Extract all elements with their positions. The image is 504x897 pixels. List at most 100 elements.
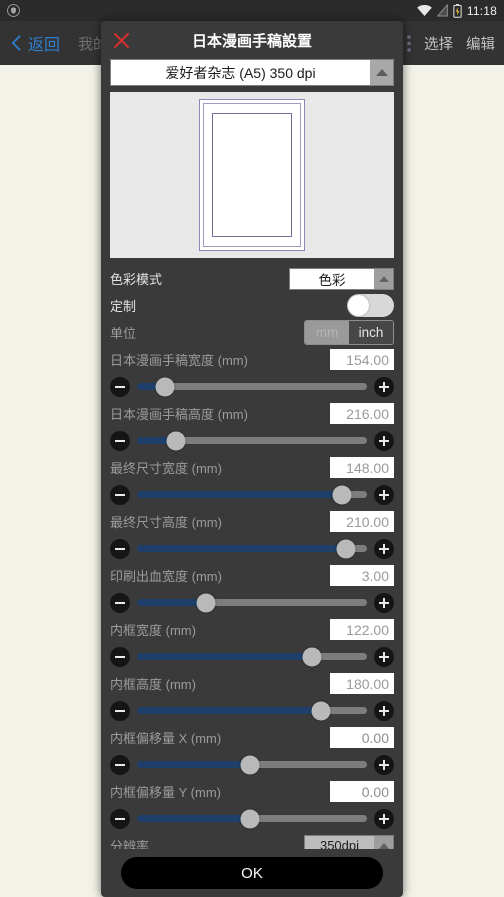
slider-thumb[interactable] [166,431,186,450]
edit-button[interactable]: 编辑 [466,33,495,54]
screen-root: 没有艺术作品。 点击下方 + 按钮新建作品或导入图片 11:18 [0,0,504,897]
status-bar-clock: 11:18 [466,3,497,18]
slider-value-field[interactable]: 210.00 [330,511,394,532]
color-mode-chevron-up-icon[interactable] [374,268,393,289]
preview-bleed-frame [199,99,305,251]
slider-thumb[interactable] [302,647,322,666]
slider-thumb[interactable] [240,755,260,774]
slider-thumb[interactable] [155,377,175,396]
slider-value-field[interactable]: 180.00 [330,673,394,694]
slider-thumb[interactable] [332,485,352,504]
minus-button[interactable] [110,538,130,559]
slider-label-row: 内框偏移量 X (mm) 0.00 [110,724,394,751]
more-vertical-icon[interactable] [407,34,411,52]
custom-toggle[interactable] [347,294,394,317]
minus-button[interactable] [110,592,130,613]
unit-option-inch[interactable]: inch [349,321,393,344]
unit-option-mm[interactable]: mm [305,321,349,344]
minus-button[interactable] [110,808,130,829]
minus-button[interactable] [110,484,130,505]
plus-button[interactable] [374,592,394,613]
select-button[interactable]: 选择 [424,33,453,54]
slider-track[interactable] [137,647,367,666]
slider-label: 最终尺寸高度 (mm) [110,515,222,530]
shield-icon [7,4,20,17]
slider-control-row [110,373,394,400]
minus-button[interactable] [110,376,130,397]
plus-button[interactable] [374,700,394,721]
plus-icon [378,489,390,501]
resolution-chevron-up-icon[interactable] [374,835,393,849]
dialog-header: 日本漫画手稿設置 [101,21,403,59]
slider-label: 内框偏移量 Y (mm) [110,785,221,800]
slider-track[interactable] [137,593,367,612]
slider-label-row: 最终尺寸宽度 (mm) 148.00 [110,454,394,481]
slider-thumb[interactable] [336,539,356,558]
unit-row: 单位 mm inch [110,319,394,346]
slider-value-field[interactable]: 216.00 [330,403,394,424]
slider-track[interactable] [137,701,367,720]
slider-value-field[interactable]: 154.00 [330,349,394,370]
slider-control-row [110,427,394,454]
back-button[interactable]: 返回 [0,31,60,55]
slider-track[interactable] [137,431,367,450]
slider-label-row: 内框偏移量 Y (mm) 0.00 [110,778,394,805]
slider-value-field[interactable]: 0.00 [330,727,394,748]
plus-icon [378,759,390,771]
slider-label-row: 内框高度 (mm) 180.00 [110,670,394,697]
minus-button[interactable] [110,646,130,667]
resolution-label: 分辨率 [110,839,150,849]
slider-thumb[interactable] [196,593,216,612]
slider-value-field[interactable]: 148.00 [330,457,394,478]
slider-label-row: 日本漫画手稿宽度 (mm) 154.00 [110,346,394,373]
preset-chevron-up-icon[interactable] [370,60,393,85]
slider-track[interactable] [137,539,367,558]
color-mode-label: 色彩模式 [110,272,163,287]
slider-track[interactable] [137,377,367,396]
resolution-dropdown[interactable]: 350dpi [304,834,394,849]
slider-track[interactable] [137,485,367,504]
slider-label: 印刷出血宽度 (mm) [110,569,222,584]
chevron-left-icon [10,34,23,52]
minus-button[interactable] [110,754,130,775]
wifi-icon [417,5,432,16]
slider-control-row [110,481,394,508]
slider-thumb[interactable] [311,701,331,720]
minus-button[interactable] [110,430,130,451]
minus-icon [114,705,126,717]
plus-button[interactable] [374,808,394,829]
ok-button[interactable]: OK [121,857,383,889]
slider-label: 内框高度 (mm) [110,677,196,692]
signal-icon [436,4,448,17]
slider-value-field[interactable]: 122.00 [330,619,394,640]
plus-button[interactable] [374,646,394,667]
custom-row: 定制 [110,292,394,319]
slider-value-field[interactable]: 3.00 [330,565,394,586]
minus-icon [114,813,126,825]
color-mode-row: 色彩模式 色彩 [110,265,394,292]
slider-label: 内框偏移量 X (mm) [110,731,222,746]
plus-button[interactable] [374,430,394,451]
plus-button[interactable] [374,538,394,559]
preset-dropdown[interactable]: 爱好者杂志 (A5) 350 dpi [110,59,394,86]
color-mode-dropdown[interactable]: 色彩 [289,267,394,290]
slider-track[interactable] [137,755,367,774]
slider-label-row: 内框宽度 (mm) 122.00 [110,616,394,643]
minus-icon [114,543,126,555]
status-bar: 11:18 [0,0,504,21]
slider-value-field[interactable]: 0.00 [330,781,394,802]
unit-label: 单位 [110,326,137,341]
unit-segmented-control[interactable]: mm inch [304,320,394,345]
color-mode-value: 色彩 [290,268,374,289]
plus-icon [378,381,390,393]
slider-label: 日本漫画手稿高度 (mm) [110,407,248,422]
slider-control-row [110,697,394,724]
plus-button[interactable] [374,484,394,505]
plus-icon [378,543,390,555]
minus-button[interactable] [110,700,130,721]
plus-button[interactable] [374,754,394,775]
plus-button[interactable] [374,376,394,397]
slider-control-row [110,643,394,670]
slider-thumb[interactable] [240,809,260,828]
slider-track[interactable] [137,809,367,828]
